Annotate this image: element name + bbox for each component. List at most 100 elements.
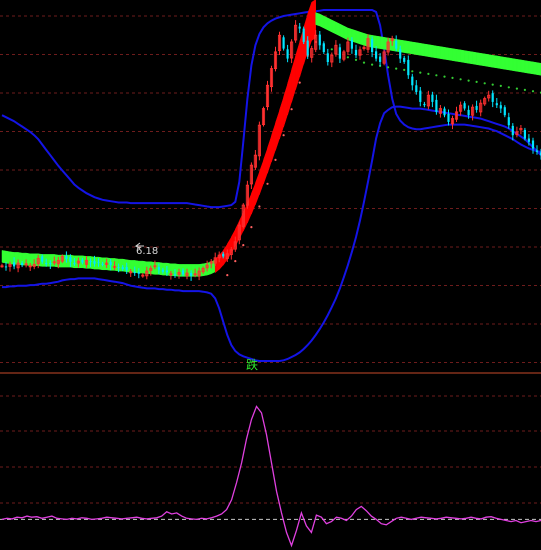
- ribbon-segment: [532, 61, 538, 75]
- candle-body: [399, 49, 402, 59]
- ribbon-segment: [420, 43, 425, 57]
- ribbon-segment: [464, 50, 469, 64]
- candle-body: [531, 140, 535, 149]
- candle-body: [322, 43, 325, 52]
- ribbon-segment: [331, 19, 337, 35]
- ribbon-segment: [536, 62, 541, 76]
- ribbon-segment: [283, 84, 288, 128]
- candle-body: [379, 56, 382, 62]
- ribbon-segment: [142, 260, 148, 275]
- ribbon-segment: [287, 70, 292, 116]
- ribbon-segment: [130, 260, 135, 273]
- candle-body: [443, 108, 446, 116]
- candle-body: [507, 117, 510, 126]
- low-price-label: 6.18: [136, 246, 158, 257]
- candle-body: [21, 263, 24, 266]
- ribbon-segment: [412, 41, 417, 55]
- candle-body: [503, 107, 506, 116]
- trend-dot: [467, 79, 470, 82]
- ribbon-segment: [335, 21, 341, 37]
- candle-body: [222, 253, 225, 257]
- ribbon-segment: [363, 32, 369, 47]
- ribbon-segment: [488, 54, 493, 68]
- ribbon-segment: [247, 193, 252, 224]
- ribbon-segment: [456, 49, 461, 63]
- candle-body: [13, 262, 16, 267]
- ribbon-segment: [428, 44, 433, 58]
- trend-dot: [499, 84, 502, 87]
- ribbon-segment: [118, 258, 123, 272]
- candle-body: [403, 57, 406, 62]
- trend-dot: [507, 86, 510, 89]
- ribbon-segment: [45, 254, 51, 267]
- ribbon-segment: [259, 160, 264, 195]
- ribbon-segment: [508, 57, 514, 71]
- candle-body: [109, 261, 112, 266]
- ribbon-segment: [347, 27, 353, 42]
- ribbon-segment: [416, 42, 421, 56]
- trend-dot: [282, 134, 285, 137]
- candle-body: [435, 99, 438, 112]
- candle-body: [125, 267, 128, 271]
- trend-dot: [435, 74, 438, 77]
- trend-dot: [362, 61, 366, 64]
- trend-dot: [419, 71, 422, 74]
- ribbon-segment: [343, 25, 349, 41]
- candle-body: [181, 270, 185, 275]
- ribbon-segment: [520, 59, 526, 73]
- ribbon-segment: [319, 13, 325, 29]
- candle-body: [407, 59, 410, 76]
- ribbon-segment: [263, 148, 268, 184]
- ribbon-segment: [138, 260, 144, 274]
- ribbon-segment: [243, 203, 248, 232]
- ribbon-segment: [448, 47, 453, 61]
- candle-body: [65, 255, 68, 260]
- candle-body: [117, 267, 120, 269]
- candle-body: [463, 103, 466, 109]
- oscillator-path: [1, 405, 541, 548]
- ribbon-segment: [291, 56, 296, 103]
- ribbon-segment: [528, 61, 534, 75]
- ribbon-segment: [408, 41, 413, 55]
- candle-body: [286, 49, 289, 59]
- candle-body: [535, 150, 539, 152]
- signal-label: 跌: [246, 357, 258, 372]
- ribbon-segment: [206, 261, 212, 276]
- trend-dot: [459, 78, 462, 81]
- candle-body: [306, 40, 309, 56]
- candle-body: [69, 257, 72, 262]
- ribbon-segment: [460, 49, 465, 63]
- candle-body: [326, 53, 329, 62]
- ribbon-segment: [162, 262, 168, 276]
- candle-body: [318, 34, 321, 46]
- trend-dot: [523, 88, 527, 91]
- trend-dot: [234, 260, 237, 263]
- candle-body: [511, 125, 514, 136]
- ribbon-segment: [403, 40, 409, 54]
- trend-dot: [290, 108, 293, 111]
- candle-body: [527, 138, 530, 142]
- candle-body: [190, 273, 193, 276]
- trend-dot: [298, 81, 301, 84]
- candle-body: [282, 37, 285, 49]
- trend-dots: [226, 40, 541, 277]
- trend-dot: [226, 274, 229, 277]
- ribbon-segment: [432, 45, 437, 59]
- trend-dot: [250, 226, 253, 229]
- candle-body: [371, 39, 374, 52]
- candle-body: [161, 269, 164, 272]
- ribbon-segment: [339, 23, 345, 39]
- candle-body: [499, 105, 502, 109]
- candle-body: [395, 40, 398, 49]
- trend-dot: [395, 67, 398, 70]
- trend-dot: [411, 70, 414, 73]
- candle-body: [93, 261, 96, 264]
- candle-body: [375, 51, 378, 59]
- trend-dot: [330, 48, 333, 51]
- ribbon-segment: [472, 51, 477, 65]
- ribbon-segment: [227, 236, 232, 261]
- ribbon-segment: [146, 261, 152, 275]
- candle-body: [338, 47, 341, 59]
- ribbon-segment: [387, 37, 393, 51]
- candle-body: [137, 271, 140, 274]
